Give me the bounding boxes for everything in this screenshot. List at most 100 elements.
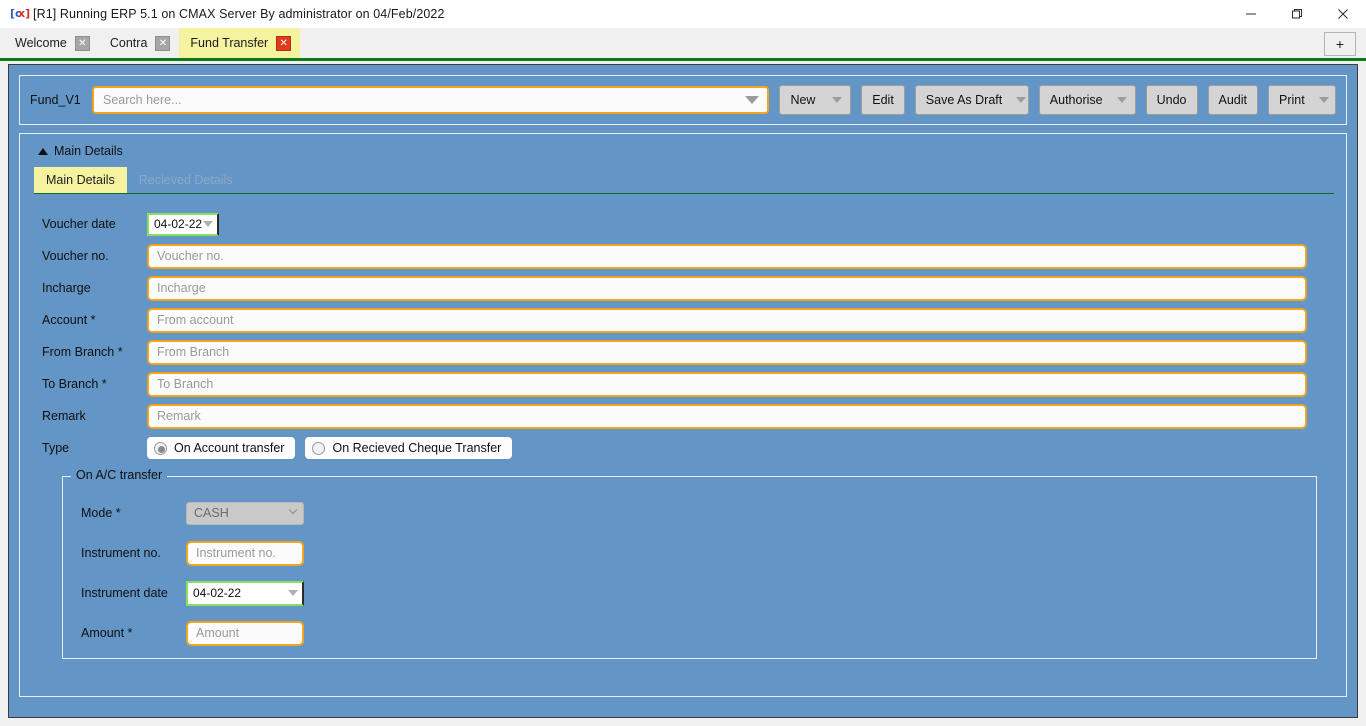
row-account: Account * xyxy=(42,304,1334,336)
chevron-down-icon[interactable] xyxy=(832,97,843,103)
instrument-date-label: Instrument date xyxy=(81,586,168,600)
mode-value: CASH xyxy=(194,506,229,520)
print-button[interactable]: Print xyxy=(1268,85,1336,115)
audit-button-label: Audit xyxy=(1218,93,1248,107)
radio-on-account-transfer[interactable]: On Account transfer xyxy=(147,437,296,459)
voucher-date-value: 04-02-22 xyxy=(154,217,203,231)
tab-close-icon[interactable]: ✕ xyxy=(74,35,90,51)
tab-contra[interactable]: Contra ✕ xyxy=(99,28,180,58)
sub-tab-list: Main Details Recieved Details xyxy=(34,167,1334,194)
fieldset-legend: On A/C transfer xyxy=(71,468,168,482)
chevron-down-icon[interactable] xyxy=(1016,97,1027,103)
triangle-up-icon xyxy=(38,147,48,155)
mode-label: Mode * xyxy=(81,506,121,520)
radio-unselected-icon xyxy=(312,441,326,455)
voucher-no-input[interactable] xyxy=(147,243,1307,269)
authorise-button-label: Authorise xyxy=(1049,93,1103,107)
window-title: [R1] Running ERP 5.1 on CMAX Server By a… xyxy=(33,7,445,21)
row-to-branch: To Branch * xyxy=(42,368,1334,400)
search-input[interactable] xyxy=(94,88,768,112)
row-mode: Mode * CASH xyxy=(63,493,1316,533)
from-branch-input[interactable] xyxy=(147,339,1307,365)
tab-label: Contra xyxy=(109,36,148,50)
tab-main-details[interactable]: Main Details xyxy=(34,167,127,193)
amount-input[interactable] xyxy=(186,620,304,646)
save-as-draft-button[interactable]: Save As Draft xyxy=(914,85,1029,115)
row-voucher-no: Voucher no. xyxy=(42,240,1334,272)
row-from-branch: From Branch * xyxy=(42,336,1334,368)
chevron-down-icon xyxy=(288,505,298,515)
to-branch-input[interactable] xyxy=(147,371,1307,397)
authorise-button[interactable]: Authorise xyxy=(1038,85,1136,115)
radio-selected-icon xyxy=(154,441,167,455)
print-button-label: Print xyxy=(1279,93,1305,107)
save-as-draft-label: Save As Draft xyxy=(925,93,1003,107)
audit-button[interactable]: Audit xyxy=(1207,85,1258,115)
account-label: Account * xyxy=(42,313,96,327)
to-branch-label: To Branch * xyxy=(42,377,107,391)
row-incharge: Incharge xyxy=(42,272,1334,304)
instrument-date-picker[interactable]: 04-02-22 xyxy=(186,580,304,606)
undo-button-label: Undo xyxy=(1156,93,1187,107)
voucher-date-picker[interactable]: 04-02-22 xyxy=(147,212,219,236)
maximize-icon[interactable] xyxy=(1274,0,1320,28)
chevron-down-icon[interactable] xyxy=(288,590,298,596)
row-type: Type On Account transfer On Recieved Che… xyxy=(42,432,1334,464)
row-voucher-date: Voucher date 04-02-22 xyxy=(42,208,1334,240)
chevron-down-icon[interactable] xyxy=(1116,97,1127,103)
tab-welcome[interactable]: Welcome ✕ xyxy=(4,28,99,58)
voucher-no-label: Voucher no. xyxy=(42,249,109,263)
row-instrument-no: Instrument no. xyxy=(63,533,1316,573)
account-input[interactable] xyxy=(147,307,1307,333)
row-amount: Amount * xyxy=(63,613,1316,653)
tab-strip: Welcome ✕ Contra ✕ Fund Transfer ✕ + xyxy=(0,28,1366,61)
sub-tab-label: Recieved Details xyxy=(138,173,233,187)
radio-on-recieved-cheque-transfer[interactable]: On Recieved Cheque Transfer xyxy=(305,437,513,459)
add-tab-button[interactable]: + xyxy=(1324,32,1356,56)
window-title-bar: [c x] [R1] Running ERP 5.1 on CMAX Server… xyxy=(0,0,1366,28)
close-icon[interactable] xyxy=(1320,0,1366,28)
tab-close-icon[interactable]: ✕ xyxy=(155,35,171,51)
minimize-icon[interactable] xyxy=(1228,0,1274,28)
window-controls xyxy=(1228,0,1366,28)
section-header-main-details[interactable]: Main Details xyxy=(38,144,1334,158)
chevron-down-icon[interactable] xyxy=(1318,97,1329,103)
tab-label: Welcome xyxy=(15,36,67,50)
new-button[interactable]: New xyxy=(779,85,852,115)
tab-recieved-details[interactable]: Recieved Details xyxy=(127,167,245,193)
chevron-down-icon[interactable] xyxy=(203,221,213,227)
instrument-no-label: Instrument no. xyxy=(81,546,161,560)
tab-close-icon[interactable]: ✕ xyxy=(276,35,292,51)
remark-label: Remark xyxy=(42,409,86,423)
on-ac-transfer-fieldset: On A/C transfer Mode * CASH Instrument n… xyxy=(62,468,1317,659)
incharge-label: Incharge xyxy=(42,281,91,295)
row-instrument-date: Instrument date 04-02-22 xyxy=(63,573,1316,613)
mode-select: CASH xyxy=(186,501,304,525)
form-code-label: Fund_V1 xyxy=(30,93,81,107)
incharge-input[interactable] xyxy=(147,275,1307,301)
tab-fund-transfer[interactable]: Fund Transfer ✕ xyxy=(179,28,301,58)
instrument-no-input[interactable] xyxy=(186,540,304,566)
voucher-date-label: Voucher date xyxy=(42,217,116,231)
toolbar-panel: Fund_V1 New Edit Save As Draft Authorise… xyxy=(19,75,1347,125)
remark-input[interactable] xyxy=(147,403,1307,429)
instrument-date-value: 04-02-22 xyxy=(193,586,242,600)
from-branch-label: From Branch * xyxy=(42,345,123,359)
row-remark: Remark xyxy=(42,400,1334,432)
main-details-panel: Main Details Main Details Recieved Detai… xyxy=(19,133,1347,697)
undo-button[interactable]: Undo xyxy=(1145,85,1198,115)
radio-label: On Recieved Cheque Transfer xyxy=(332,441,502,455)
tab-label: Fund Transfer xyxy=(190,36,269,50)
tab-list: Welcome ✕ Contra ✕ Fund Transfer ✕ xyxy=(0,28,301,58)
type-label: Type xyxy=(42,441,70,455)
app-icon: [c x] xyxy=(10,7,31,20)
radio-label: On Account transfer xyxy=(174,441,285,455)
fund-transfer-form: Voucher date 04-02-22 Voucher no. Inchar… xyxy=(32,208,1334,659)
search-combo[interactable] xyxy=(92,86,770,114)
edit-button[interactable]: Edit xyxy=(861,85,905,115)
edit-button-label: Edit xyxy=(872,93,894,107)
section-header-label: Main Details xyxy=(54,144,123,158)
work-area: Fund_V1 New Edit Save As Draft Authorise… xyxy=(8,64,1358,718)
type-radio-group: On Account transfer On Recieved Cheque T… xyxy=(147,437,513,459)
sub-tab-label: Main Details xyxy=(46,173,115,187)
